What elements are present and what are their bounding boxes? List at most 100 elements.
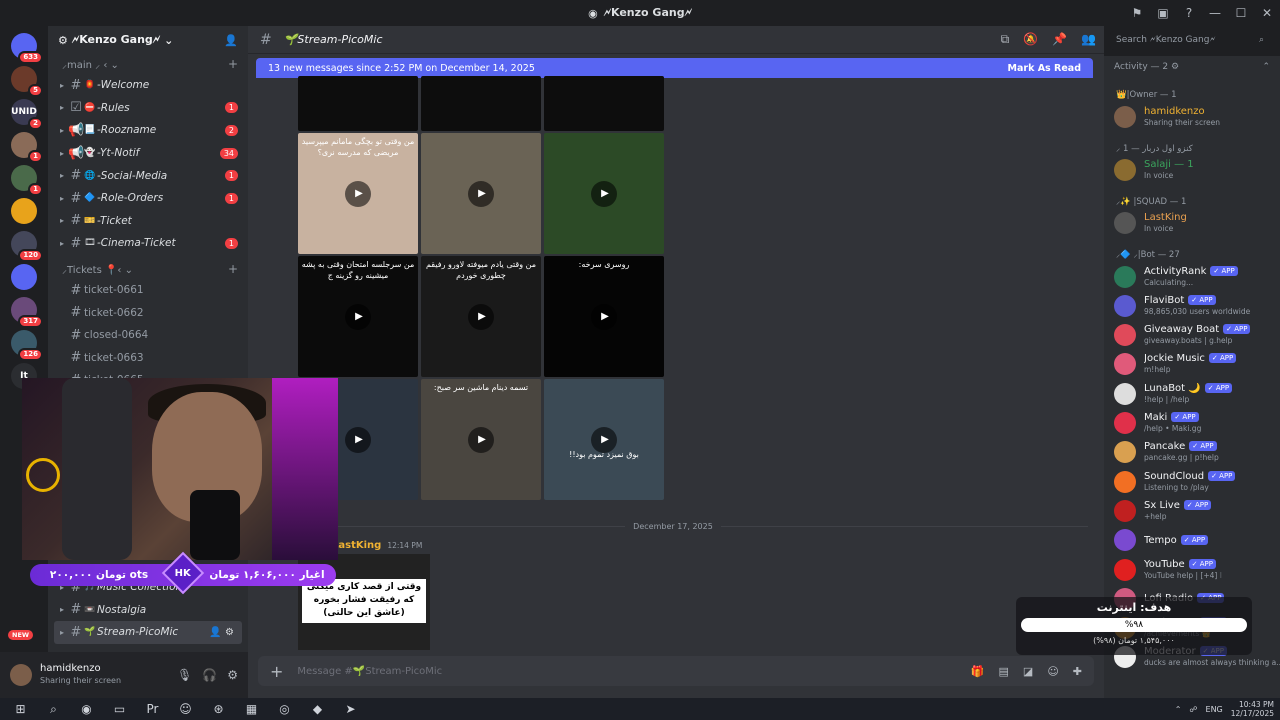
avatar[interactable] — [1114, 265, 1136, 288]
server-icon[interactable] — [11, 198, 37, 224]
video-tile[interactable]: من وقتی تو بچگی مامانم میپرسید مریضی که … — [298, 133, 418, 254]
member-item[interactable]: hamidkenzo Sharing their screen — [1104, 102, 1280, 131]
clock[interactable]: 10:43 PM 12/17/2025 — [1231, 700, 1274, 718]
video-tile[interactable]: من سرجلسه امتحان وقتی به پشه میشینه رو گ… — [298, 256, 418, 377]
help-icon[interactable]: ? — [1176, 6, 1202, 20]
avatar[interactable] — [10, 664, 32, 686]
ticket-channel[interactable]: # ticket-0663 — [48, 347, 248, 370]
channel-item[interactable]: ▸ 📢 👻 -Yt-Notif 34 — [48, 142, 248, 165]
play-icon[interactable]: ▶ — [345, 180, 371, 207]
play-icon[interactable]: ▶ — [345, 426, 371, 453]
tray-chevron-icon[interactable]: ⌃ — [1175, 705, 1182, 714]
pin-icon[interactable]: 📌 — [1052, 32, 1067, 47]
add-user-icon[interactable]: 👤 — [224, 34, 238, 47]
channel-item[interactable]: ▸ # 📼 Nostalgia — [48, 599, 248, 622]
avatar[interactable] — [1114, 105, 1136, 128]
app-icon[interactable]: ◆ — [301, 702, 334, 716]
avatar[interactable] — [1114, 499, 1136, 522]
category-tickets[interactable]: ⸝Tickets 📍‹ ⌄ + — [48, 259, 248, 279]
network-icon[interactable]: ☍ — [1189, 705, 1197, 714]
emoji-icon[interactable]: ☺ — [1047, 665, 1058, 678]
search-input[interactable]: Search 🗲Kenzo Gang🗲 ⌕ — [1110, 31, 1270, 50]
avatar[interactable] — [1114, 294, 1136, 317]
maximize-icon[interactable]: ☐ — [1228, 6, 1254, 20]
channel-item[interactable]: ▸ # 🌱 Stream-PicoMic 👤 ⚙ — [54, 621, 242, 644]
chevron-up-icon[interactable]: ⌃ — [1262, 62, 1270, 72]
member-item[interactable]: Salaji — 1 In voice — [1104, 155, 1280, 184]
server-icon[interactable] — [11, 264, 37, 290]
folder-icon[interactable]: ▭ — [103, 702, 136, 716]
message-composer[interactable]: + Message #🌱Stream-PicoMic 🎁 ▤ ◪ ☺ ✚ — [258, 656, 1094, 686]
windows-start-icon[interactable]: ⊞ — [4, 702, 37, 716]
server-icon[interactable]: 5 — [11, 66, 43, 97]
member-item[interactable]: YouTube ✓ APP YouTube help | [+4] ⁝ — [1104, 555, 1280, 584]
apps-icon[interactable]: ✚ — [1073, 665, 1082, 678]
guild-header[interactable]: ⚙ 🗲Kenzo Gang🗲 ⌄ 👤 — [48, 26, 248, 54]
video-tile[interactable]: من وقتی یادم میوفته لاورو رفیقم چطوری خو… — [421, 256, 541, 377]
member-item[interactable]: SoundCloud ✓ APP Listening to /play — [1104, 467, 1280, 496]
member-item[interactable]: Maki ✓ APP/help • Maki.gg — [1104, 408, 1280, 437]
member-item[interactable]: Sx Live ✓ APP +help — [1104, 496, 1280, 525]
store-icon[interactable]: ▦ — [235, 702, 268, 716]
activity-header[interactable]: Activity — 2 ⚙ ⌃ — [1104, 56, 1280, 78]
channel-item[interactable]: ▸ # 🌐 -Social-Media 1 — [48, 164, 248, 187]
channel-settings-icon[interactable]: 👤 ⚙ — [209, 627, 234, 638]
member-item[interactable]: LunaBot 🌙 ✓ APP !help | /help — [1104, 379, 1280, 408]
channel-item[interactable]: ▸ # 🔷 -Role-Orders 1 — [48, 187, 248, 210]
search-icon[interactable]: ⌕ — [37, 702, 70, 717]
server-icon[interactable]: 120 — [11, 231, 43, 262]
member-item[interactable]: Tempo ✓ APP — [1104, 526, 1280, 555]
steam-icon[interactable]: ⊛ — [202, 702, 235, 716]
avatar[interactable] — [1114, 324, 1136, 347]
ticket-channel[interactable]: # closed-0664 — [48, 324, 248, 347]
new-messages-banner[interactable]: 13 new messages since 2:52 PM on Decembe… — [256, 58, 1093, 78]
headphones-icon[interactable]: 🎧 — [202, 668, 217, 682]
member-item[interactable]: ActivityRank ✓ APP Calculating... — [1104, 262, 1280, 291]
ticket-channel[interactable]: # ticket-0662 — [48, 301, 248, 324]
channel-item[interactable]: ▸ # 🎫 -Ticket — [48, 210, 248, 233]
channel-item[interactable]: ▸ 📢 📃 -Roozname 2 — [48, 119, 248, 142]
inbox-icon[interactable]: ⚑ — [1124, 6, 1150, 20]
avatar[interactable] — [1114, 470, 1136, 493]
play-icon[interactable]: ▶ — [591, 303, 617, 330]
mark-as-read-button[interactable]: Mark As Read — [1008, 63, 1081, 74]
avatar[interactable] — [1114, 441, 1136, 464]
minimize-icon[interactable]: — — [1202, 6, 1228, 20]
play-icon[interactable]: ▶ — [591, 426, 617, 453]
plus-icon[interactable]: + — [228, 262, 238, 276]
video-tile[interactable] — [298, 76, 418, 131]
category-main[interactable]: ⸝main ⸝ ‹ ⌄ + — [48, 54, 248, 74]
server-icon[interactable]: 317 — [11, 297, 43, 328]
server-icon[interactable]: 1 — [11, 132, 43, 163]
plus-icon[interactable]: + — [270, 662, 283, 681]
channel-item[interactable]: ▸ # 🎞 -Cinema-Ticket 1 — [48, 232, 248, 255]
composer-placeholder[interactable]: Message #🌱Stream-PicoMic — [297, 666, 442, 677]
play-icon[interactable]: ▶ — [345, 303, 371, 330]
avatar[interactable] — [1114, 382, 1136, 405]
video-tile[interactable]: تسمه دینام ماشین سر صبح: ▶ — [421, 379, 541, 500]
video-tile[interactable]: ▶ — [421, 133, 541, 254]
mute-bell-icon[interactable]: 🔕 — [1023, 32, 1038, 47]
screen-icon[interactable]: ▣ — [1150, 6, 1176, 20]
server-icon[interactable]: 633 — [11, 33, 43, 64]
avatar[interactable] — [1114, 558, 1136, 581]
settings-gear-icon[interactable]: ⚙ — [227, 668, 238, 682]
gift-icon[interactable]: 🎁 — [971, 665, 985, 678]
sticker-icon[interactable]: ◪ — [1023, 665, 1033, 678]
play-icon[interactable]: ▶ — [468, 180, 494, 207]
threads-icon[interactable]: ⧉ — [1001, 32, 1010, 47]
video-tile[interactable] — [544, 76, 664, 131]
language[interactable]: ENG — [1206, 705, 1223, 714]
gif-icon[interactable]: ▤ — [999, 665, 1009, 678]
video-tile[interactable]: ▶ — [544, 133, 664, 254]
server-icon[interactable]: 1 — [11, 165, 43, 196]
video-tile[interactable]: روسری سرخه: ▶ — [544, 256, 664, 377]
video-tile[interactable] — [421, 76, 541, 131]
server-icon[interactable]: 126 — [11, 330, 43, 361]
avatar[interactable] — [1114, 412, 1136, 435]
channel-item[interactable]: ▸ ☑ ⛔ -Rules 1 — [48, 97, 248, 120]
server-icon[interactable]: UNID 2 — [11, 99, 43, 130]
cursor-icon[interactable]: ➤ — [334, 702, 367, 716]
play-icon[interactable]: ▶ — [468, 303, 494, 330]
avatar[interactable] — [1114, 158, 1136, 181]
